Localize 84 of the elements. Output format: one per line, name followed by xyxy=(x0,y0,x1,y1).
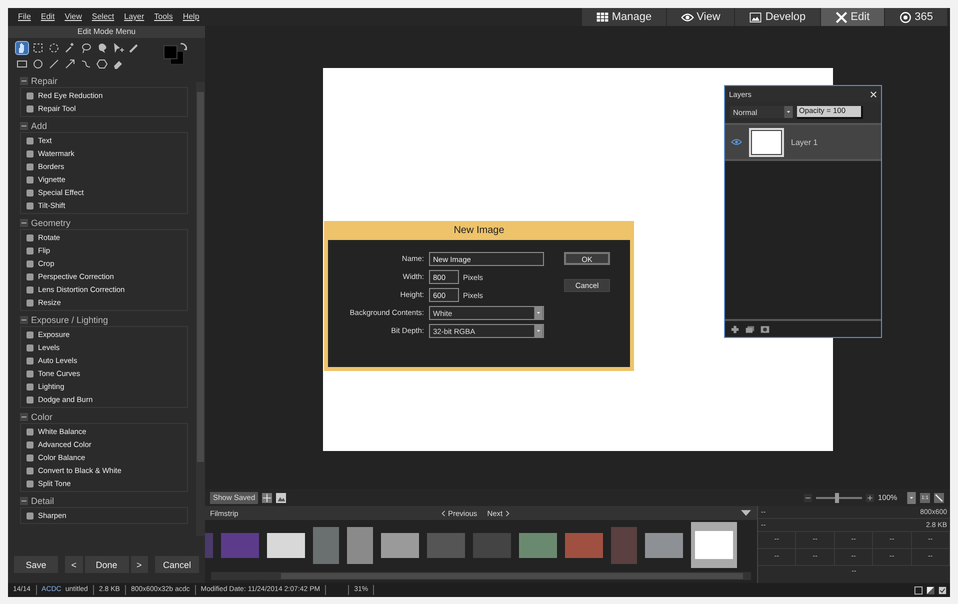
mode-tab[interactable]: Edit xyxy=(820,8,885,26)
mode-tab[interactable]: View xyxy=(666,8,736,26)
eraser-icon[interactable] xyxy=(112,58,124,70)
menu-item[interactable]: Help xyxy=(182,12,200,26)
photo-placeholder xyxy=(695,531,733,559)
photo-placeholder xyxy=(473,532,511,558)
collapse-icon[interactable] xyxy=(20,412,28,420)
menu-item[interactable]: View xyxy=(64,12,82,26)
menu-item[interactable]: Select xyxy=(92,12,114,26)
mode-tab[interactable]: Manage xyxy=(582,8,667,26)
collapse-triangle-icon[interactable] xyxy=(741,510,751,516)
previous-button[interactable]: < xyxy=(65,556,82,573)
grid-icon xyxy=(596,10,609,24)
collapse-icon[interactable] xyxy=(20,316,28,324)
photo-placeholder xyxy=(313,526,339,564)
section-title: Repair xyxy=(31,76,58,86)
collapse-icon[interactable] xyxy=(20,218,28,226)
move-icon[interactable] xyxy=(262,492,272,502)
hand-icon[interactable] xyxy=(16,42,28,54)
section-title: Geometry xyxy=(31,218,71,228)
eye-icon xyxy=(680,10,694,24)
stacked-squares-icon[interactable] xyxy=(745,324,755,334)
zoom-in-icon[interactable] xyxy=(866,494,874,502)
square-icon[interactable] xyxy=(914,586,923,594)
mode-tab[interactable]: Develop xyxy=(735,8,821,26)
dialog-title: New Image xyxy=(452,224,506,238)
scrollbar[interactable] xyxy=(211,572,751,580)
photo-placeholder xyxy=(645,532,683,558)
line-icon[interactable] xyxy=(48,58,60,70)
menu-item[interactable]: Edit xyxy=(40,12,55,26)
close-icon[interactable] xyxy=(870,90,877,98)
arrow-icon[interactable] xyxy=(64,58,76,70)
section-title: Exposure / Lighting xyxy=(31,314,108,324)
photo-placeholder xyxy=(611,526,637,564)
add-icon[interactable] xyxy=(730,324,740,334)
half-square-icon[interactable] xyxy=(926,586,935,594)
thumbnail-slot[interactable] xyxy=(691,522,737,568)
cursor-icon[interactable] xyxy=(112,42,124,54)
curve-icon[interactable] xyxy=(80,58,92,70)
layer-row[interactable]: Layer 1 xyxy=(725,125,881,161)
chevron-right-icon xyxy=(504,510,510,516)
panel-title: Edit Mode Menu xyxy=(8,26,205,38)
collapse-icon[interactable] xyxy=(20,122,28,130)
section-title: Color xyxy=(31,412,53,422)
dashed-circle-icon[interactable] xyxy=(48,42,60,54)
cancel-button[interactable]: Cancel xyxy=(155,556,199,573)
next-button[interactable]: > xyxy=(130,556,148,573)
photo-placeholder xyxy=(519,532,557,558)
checkmark-icon[interactable] xyxy=(938,586,947,594)
layer-thumbnail xyxy=(752,130,781,154)
scrollbar[interactable] xyxy=(196,82,205,536)
rectangle-icon[interactable] xyxy=(16,58,28,70)
dashed-rectangle-icon[interactable] xyxy=(32,42,44,54)
lasso-icon[interactable] xyxy=(80,42,92,54)
photo-placeholder xyxy=(565,532,603,558)
eye-icon[interactable] xyxy=(731,138,742,146)
save-button[interactable]: Save xyxy=(14,556,58,573)
menu-item[interactable]: File xyxy=(18,12,31,26)
circle-icon xyxy=(898,10,912,24)
hexagon-icon[interactable] xyxy=(96,58,108,70)
wand-icon[interactable] xyxy=(64,42,76,54)
menu-item[interactable]: Layer xyxy=(124,12,144,26)
photo-placeholder xyxy=(347,526,373,564)
collapse-icon[interactable] xyxy=(20,496,28,504)
photo-placeholder xyxy=(205,532,213,558)
photo-placeholder xyxy=(427,532,465,558)
section-title: Detail xyxy=(31,496,54,506)
blob-icon[interactable] xyxy=(96,42,108,54)
mask-icon[interactable] xyxy=(760,324,770,334)
fit-diagonal-icon[interactable] xyxy=(934,492,944,502)
menu-item[interactable]: Tools xyxy=(154,12,173,26)
photo-placeholder xyxy=(381,532,419,558)
collapse-icon[interactable] xyxy=(20,76,28,84)
photo-placeholder xyxy=(221,532,259,558)
zoom-out-icon[interactable] xyxy=(804,494,812,502)
circle-icon[interactable] xyxy=(32,58,44,70)
photo-placeholder xyxy=(267,532,305,558)
chevron-left-icon xyxy=(441,510,446,516)
mode-tab[interactable]: 365 xyxy=(884,8,948,26)
pencil-icon[interactable] xyxy=(128,42,140,54)
done-button[interactable]: Done xyxy=(84,556,128,573)
section-title: Add xyxy=(31,120,48,130)
picture-icon[interactable] xyxy=(276,492,286,502)
picture-icon xyxy=(749,10,762,24)
